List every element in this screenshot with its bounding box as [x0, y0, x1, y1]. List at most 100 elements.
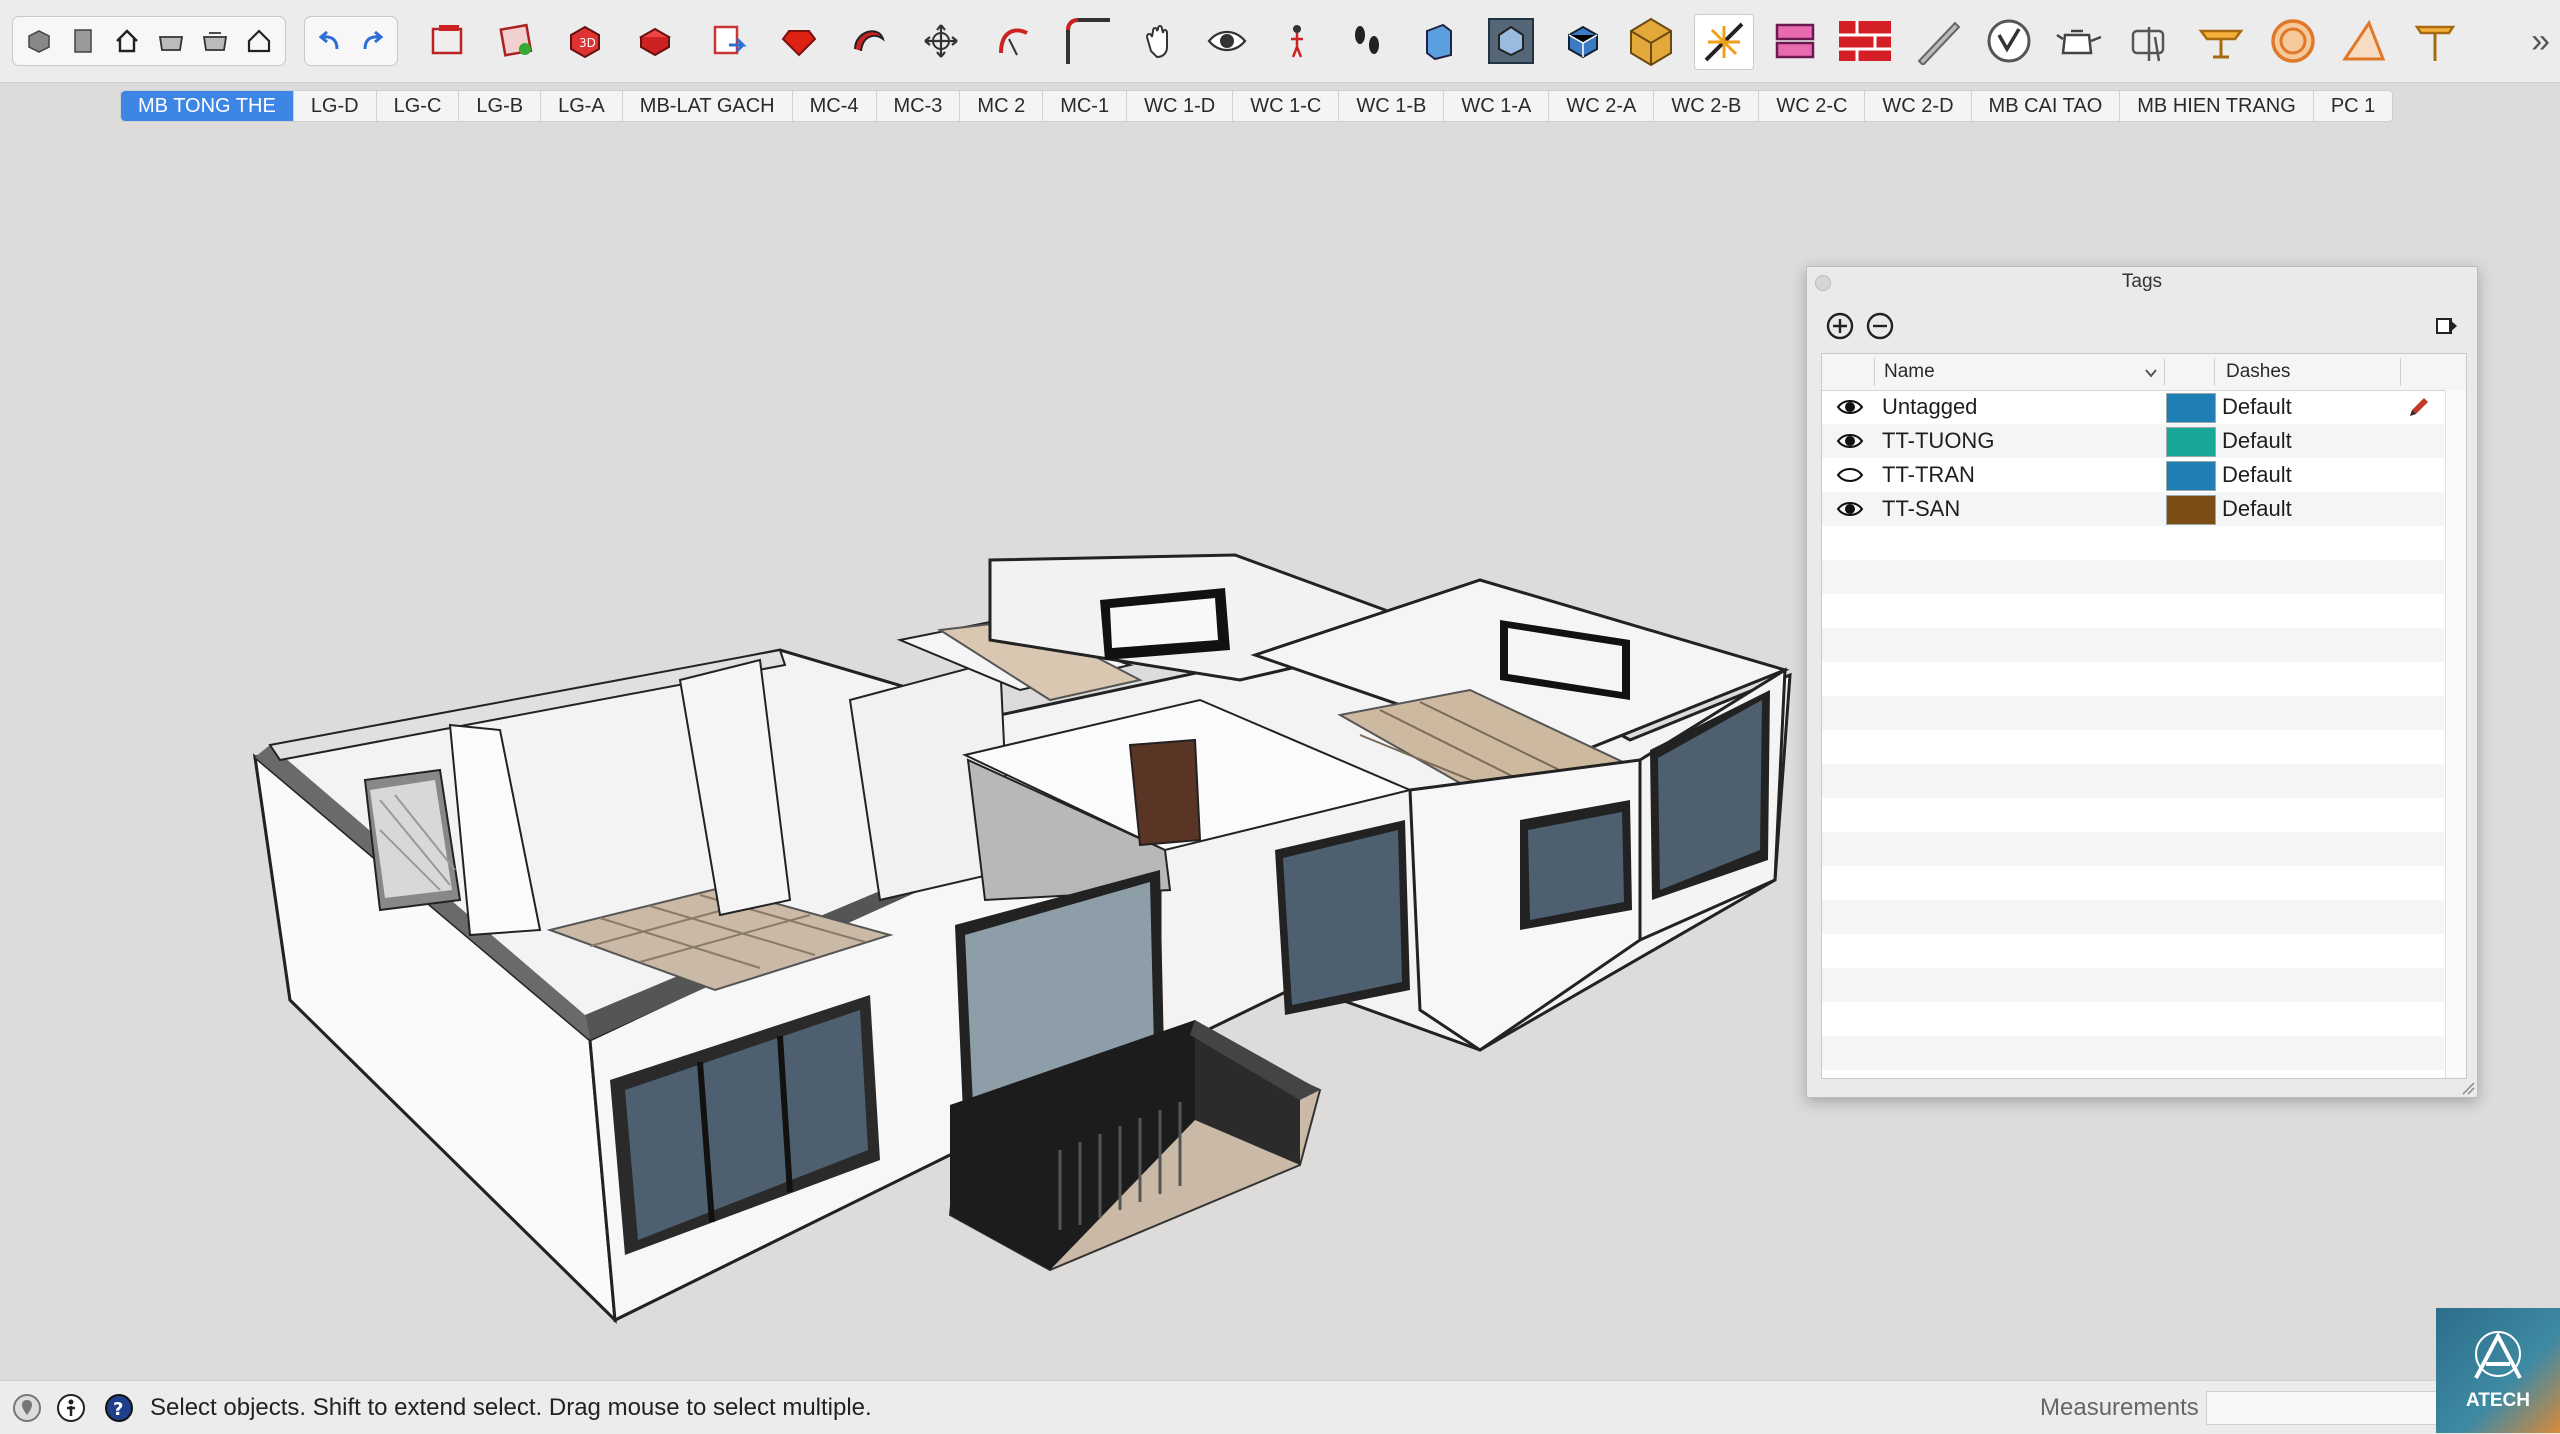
plugin-icon-2[interactable] [488, 14, 546, 68]
plugin-icon-3[interactable]: 3D [556, 14, 614, 68]
walk-icon[interactable] [1268, 14, 1326, 68]
scene-tab[interactable]: MB TONG THE [121, 91, 294, 121]
tag-dashes[interactable]: Default [2222, 492, 2292, 526]
empty-row [1822, 1036, 2444, 1070]
scene-tab[interactable]: MB CAI TAO [1972, 91, 2121, 121]
pan-icon[interactable] [1130, 14, 1188, 68]
tag-row[interactable]: TT-TRAN Default [1822, 458, 2444, 492]
vray-icon[interactable] [1980, 14, 2038, 68]
scene-tab[interactable]: MC-3 [877, 91, 961, 121]
resize-grip-icon[interactable] [2459, 1079, 2475, 1095]
scene-tab[interactable]: WC 2-C [1759, 91, 1866, 121]
column-divider [2400, 358, 2401, 386]
components-icon[interactable] [17, 17, 61, 65]
eye-visible-icon[interactable] [1836, 499, 1864, 519]
scene-tab[interactable]: WC 1-B [1339, 91, 1445, 121]
redo-icon[interactable] [351, 17, 395, 65]
tag-name[interactable]: TT-TUONG [1882, 424, 1994, 458]
logo-text: ATECH [2465, 1390, 2531, 1411]
empty-row [1822, 662, 2444, 696]
sketch-icon[interactable] [840, 14, 898, 68]
tag-name[interactable]: Untagged [1882, 390, 1977, 424]
measurements-input[interactable] [2206, 1391, 2446, 1425]
scene-tab[interactable]: MB HIEN TRANG [2120, 91, 2314, 121]
scene-tab[interactable]: LG-A [541, 91, 623, 121]
geo-location-icon[interactable] [12, 1393, 42, 1423]
toolbar-overflow-icon[interactable]: » [2531, 22, 2550, 61]
house-icon[interactable] [237, 17, 281, 65]
teapot-icon[interactable] [2050, 14, 2108, 68]
tag-dashes[interactable]: Default [2222, 390, 2292, 424]
delete-tag-icon[interactable] [1865, 311, 1895, 341]
scene-tab[interactable]: WC 2-A [1549, 91, 1655, 121]
plugin-icon-5[interactable] [700, 14, 758, 68]
tag-color-swatch[interactable] [2166, 495, 2216, 525]
tags-panel: Tags Name Dashes Untagged Default TT-TUO… [1806, 266, 2478, 1098]
scene-tab[interactable]: MC-1 [1043, 91, 1128, 121]
protractor-icon[interactable] [2334, 14, 2392, 68]
dashes-column-header[interactable]: Dashes [2226, 354, 2290, 390]
tag-color-swatch[interactable] [2166, 393, 2216, 423]
ruby-icon[interactable] [770, 14, 828, 68]
plugin-icon-4[interactable] [626, 14, 684, 68]
layers-icon[interactable] [1766, 14, 1824, 68]
circle-icon[interactable] [2264, 14, 2322, 68]
scene-tab[interactable]: LG-B [459, 91, 542, 121]
look-around-icon[interactable] [1198, 14, 1256, 68]
scene-tab[interactable]: WC 1-D [1127, 91, 1234, 121]
tag-dashes[interactable]: Default [2222, 424, 2292, 458]
tag-name[interactable]: TT-TRAN [1882, 458, 1975, 492]
section-icon[interactable] [1410, 14, 1468, 68]
scene-tab[interactable]: MC 2 [960, 91, 1044, 121]
scene-tab[interactable]: WC 1-C [1233, 91, 1340, 121]
brick-icon[interactable] [1836, 14, 1894, 68]
explode-icon[interactable] [1694, 14, 1754, 70]
table-scrollbar[interactable] [2445, 390, 2466, 1078]
box-icon[interactable] [1622, 14, 1680, 68]
home-icon[interactable] [105, 17, 149, 65]
name-column-header[interactable]: Name [1884, 354, 1935, 390]
tag-color-swatch[interactable] [2166, 427, 2216, 457]
open-icon[interactable] [149, 17, 193, 65]
move-icon[interactable] [912, 14, 970, 68]
curve-icon[interactable] [984, 14, 1042, 68]
eye-hidden-icon[interactable] [1836, 465, 1864, 485]
tag-row[interactable]: TT-SAN Default [1822, 492, 2444, 526]
stool-icon[interactable] [2406, 14, 2464, 68]
details-menu-icon[interactable] [2431, 311, 2461, 341]
eye-visible-icon[interactable] [1836, 397, 1864, 417]
plugin-icon-1[interactable] [418, 14, 476, 68]
scene-tab[interactable]: WC 2-D [1865, 91, 1972, 121]
table-icon[interactable] [2192, 14, 2250, 68]
scene-tab[interactable]: MB-LAT GACH [623, 91, 793, 121]
undo-icon[interactable] [307, 17, 351, 65]
tag-row[interactable]: TT-TUONG Default [1822, 424, 2444, 458]
solid-icon[interactable] [1554, 14, 1612, 68]
hand-icon[interactable] [2120, 14, 2178, 68]
corner-icon[interactable] [1056, 14, 1114, 68]
tag-name[interactable]: TT-SAN [1882, 492, 1960, 526]
scene-tab[interactable]: WC 2-B [1654, 91, 1760, 121]
empty-row [1822, 934, 2444, 968]
add-tag-icon[interactable] [1825, 311, 1855, 341]
tag-row[interactable]: Untagged Default [1822, 390, 2444, 424]
tape-icon[interactable] [1908, 14, 1966, 68]
tag-color-swatch[interactable] [2166, 461, 2216, 491]
scene-tab[interactable]: WC 1-A [1444, 91, 1550, 121]
scene-tab[interactable]: LG-C [377, 91, 460, 121]
save-icon[interactable] [193, 17, 237, 65]
scene-tab[interactable]: MC-4 [793, 91, 877, 121]
footprints-icon[interactable] [1338, 14, 1396, 68]
credits-icon[interactable] [56, 1393, 86, 1423]
scene-tabs: MB TONG THE LG-D LG-C LG-B LG-A MB-LAT G… [120, 90, 2394, 122]
help-icon[interactable]: ? [104, 1393, 134, 1423]
sort-chevron-icon[interactable] [2144, 366, 2158, 380]
section-fill-icon[interactable] [1482, 14, 1540, 68]
tag-dashes[interactable]: Default [2222, 458, 2292, 492]
panel-title: Tags [2121, 271, 2163, 292]
atech-logo: ATECH [2436, 1308, 2560, 1433]
3d-warehouse-icon[interactable] [61, 17, 105, 65]
scene-tab[interactable]: PC 1 [2314, 91, 2392, 121]
eye-visible-icon[interactable] [1836, 431, 1864, 451]
scene-tab[interactable]: LG-D [294, 91, 377, 121]
